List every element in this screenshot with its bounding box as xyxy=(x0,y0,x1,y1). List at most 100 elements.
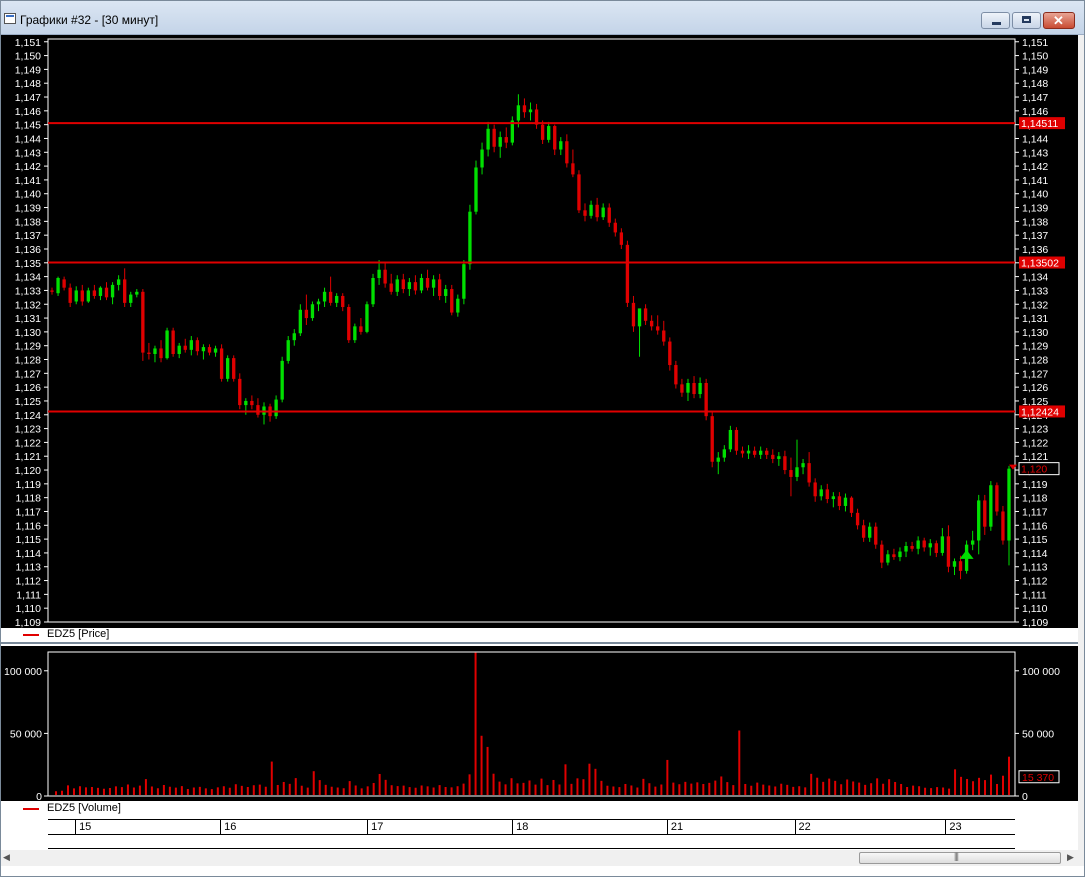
candle-body xyxy=(861,525,866,538)
y-tick-label-right: 1,139 xyxy=(1022,203,1048,215)
y-tick-label-right: 1,123 xyxy=(1022,424,1048,436)
candle-body xyxy=(837,496,842,506)
scroll-left-icon[interactable]: ◀ xyxy=(3,852,10,863)
candle-body xyxy=(934,543,938,553)
candle-body xyxy=(752,450,757,455)
candle-body xyxy=(50,290,54,292)
candle-body xyxy=(643,308,648,321)
candle-body xyxy=(874,526,878,545)
maximize-button[interactable] xyxy=(1012,12,1041,29)
y-tick-label-right: 1,130 xyxy=(1022,327,1048,339)
candle-body xyxy=(983,500,987,527)
horizontal-scrollbar[interactable]: ◀ ||| ▶ xyxy=(1,850,1078,866)
y-tick-label-left: 1,122 xyxy=(15,437,41,449)
candle-body xyxy=(595,204,599,218)
y-tick-label-left: 1,117 xyxy=(16,506,42,518)
candle-body xyxy=(1007,468,1011,541)
scrollbar-thumb[interactable]: ||| xyxy=(859,851,1061,864)
y-tick-label-right: 1,121 xyxy=(1022,451,1048,463)
panel-splitter[interactable] xyxy=(1,642,1078,644)
candle-body xyxy=(425,278,430,288)
candle-body xyxy=(977,500,981,541)
y-tick-label-left: 1,130 xyxy=(15,327,41,339)
y-tick-label-right: 1,126 xyxy=(1022,382,1048,394)
date-tick-label: 21 xyxy=(666,820,683,834)
candle-body xyxy=(462,264,466,299)
candle-body xyxy=(165,330,169,359)
candle-body xyxy=(849,497,854,513)
candle-body xyxy=(758,450,763,455)
candle-body xyxy=(831,496,836,500)
y-tick-label-left: 1,129 xyxy=(15,341,41,353)
volume-tick-label-left: 0 xyxy=(36,791,42,801)
y-tick-label-right: 1,140 xyxy=(1022,189,1048,201)
y-tick-label-right: 1,131 xyxy=(1022,313,1048,325)
candle-body xyxy=(1001,511,1005,541)
y-tick-label-left: 1,139 xyxy=(15,203,41,215)
y-tick-label-right: 1,134 xyxy=(1022,272,1048,284)
candle-body xyxy=(316,301,321,305)
y-tick-label-left: 1,146 xyxy=(15,106,41,118)
candle-body xyxy=(104,287,109,298)
y-tick-label-right: 1,117 xyxy=(1022,506,1048,518)
candle-body xyxy=(910,546,914,549)
level-price-label: 1,14511 xyxy=(1021,118,1058,130)
date-tick-label: 16 xyxy=(220,820,236,834)
y-tick-label-left: 1,113 xyxy=(16,562,42,574)
volume-legend-swatch xyxy=(23,808,39,810)
price-panel[interactable]: 1,151 1,151 1,150 1,150 1,149 1,149 1,148 1,148… xyxy=(1,35,1078,629)
candle-body xyxy=(328,291,333,303)
level-price-label: 1,12424 xyxy=(1021,406,1059,418)
candle-body xyxy=(92,290,97,296)
close-button[interactable]: ✕ xyxy=(1043,12,1075,29)
y-tick-label-left: 1,149 xyxy=(15,64,41,76)
candle-body xyxy=(649,320,654,327)
candle-body xyxy=(868,526,872,538)
y-tick-label-right: 1,122 xyxy=(1022,437,1048,449)
candle-body xyxy=(444,289,448,296)
title-bar[interactable]: Графики #32 - [30 минут] ✕ xyxy=(1,1,1084,35)
candle-body xyxy=(789,470,793,477)
y-tick-label-left: 1,114 xyxy=(16,548,42,560)
y-tick-label-right: 1,112 xyxy=(1022,576,1048,588)
candle-body xyxy=(123,279,127,303)
candle-body xyxy=(807,463,811,483)
volume-tick-label-right: 100 000 xyxy=(1022,666,1060,678)
candle-body xyxy=(843,497,848,506)
candle-body xyxy=(922,540,926,548)
candle-body xyxy=(377,269,381,279)
y-tick-label-left: 1,127 xyxy=(15,368,41,380)
volume-chart[interactable]: 100 000 100 000 50 000 50 000 0 0 15 370 xyxy=(1,646,1078,803)
candle-body xyxy=(504,137,508,143)
candle-body xyxy=(244,400,248,406)
y-tick-label-right: 1,110 xyxy=(1022,603,1048,615)
candle-body xyxy=(498,137,502,147)
candle-body xyxy=(201,347,206,352)
y-tick-label-right: 1,128 xyxy=(1022,355,1048,367)
candle-body xyxy=(656,326,660,331)
candle-body xyxy=(547,126,551,140)
candle-body xyxy=(813,482,817,497)
candle-body xyxy=(989,485,993,527)
y-tick-label-left: 1,134 xyxy=(15,272,41,284)
y-tick-label-left: 1,144 xyxy=(15,133,41,145)
y-tick-label-right: 1,119 xyxy=(1022,479,1048,491)
y-tick-label-right: 1,142 xyxy=(1022,161,1048,173)
candle-body xyxy=(468,211,472,265)
y-tick-label-left: 1,109 xyxy=(15,617,41,628)
candle-body xyxy=(716,457,720,462)
y-tick-label-left: 1,121 xyxy=(15,451,41,463)
price-chart[interactable]: 1,151 1,1511,150 1,1501,149 1,1491,148 1,148… xyxy=(1,35,1078,629)
scroll-right-icon[interactable]: ▶ xyxy=(1067,852,1074,863)
y-tick-label-left: 1,111 xyxy=(16,589,41,601)
y-tick-label-right: 1,116 xyxy=(1022,520,1048,532)
candle-body xyxy=(516,105,521,121)
y-tick-label-right: 1,114 xyxy=(1022,548,1048,560)
minimize-button[interactable] xyxy=(981,12,1010,29)
candle-body xyxy=(668,341,672,366)
candle-body xyxy=(474,167,478,212)
candle-body xyxy=(855,512,860,526)
volume-panel[interactable]: 100 000 100 000 50 000 50 000 0 0 15 370 xyxy=(1,646,1078,803)
candle-body xyxy=(304,309,309,319)
price-legend: EDZ5 [Price] xyxy=(1,628,1078,642)
